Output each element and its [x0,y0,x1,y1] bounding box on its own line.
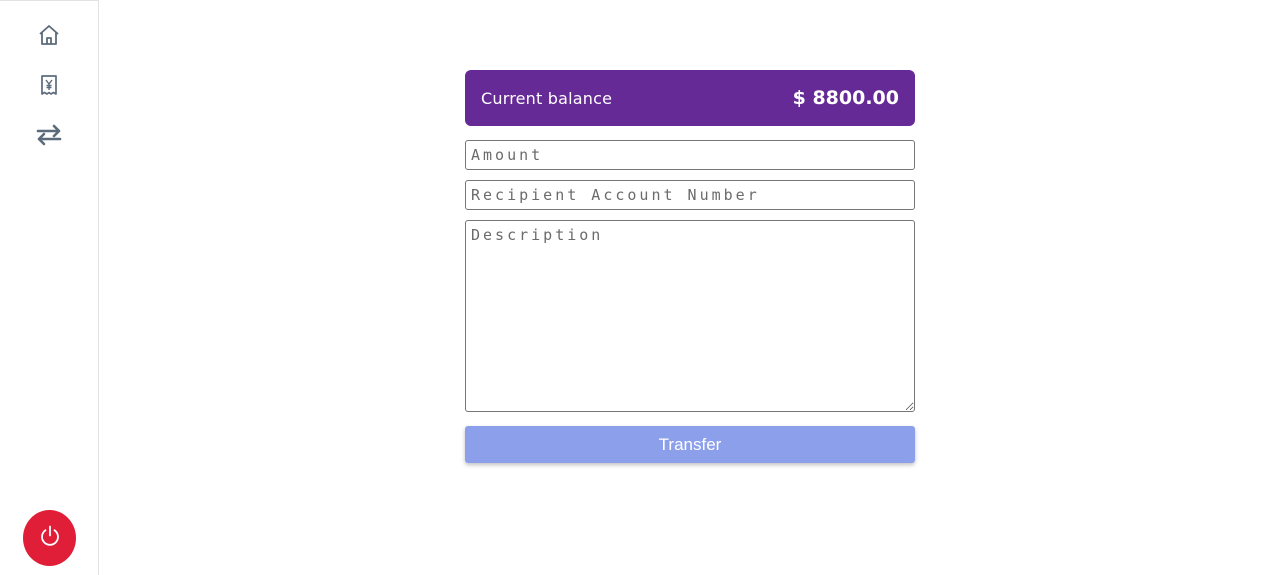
transfer-panel: Current balance $ 8800.00 Transfer [465,70,915,463]
transfer-arrows-icon [35,123,63,147]
sidebar [0,0,99,575]
nav-home-button[interactable] [29,19,69,51]
recipient-account-input[interactable] [465,180,915,210]
nav-payments-button[interactable] [29,69,69,101]
power-icon [38,524,62,553]
logout-button[interactable] [23,510,76,566]
balance-value: $ 8800.00 [792,87,899,109]
balance-label: Current balance [481,88,613,108]
description-textarea[interactable] [465,220,915,412]
home-icon [37,23,61,47]
amount-input[interactable] [465,140,915,170]
yen-receipt-icon [38,73,60,97]
transfer-button[interactable]: Transfer [465,426,915,463]
balance-card: Current balance $ 8800.00 [465,70,915,126]
nav-transfer-button[interactable] [29,119,69,151]
